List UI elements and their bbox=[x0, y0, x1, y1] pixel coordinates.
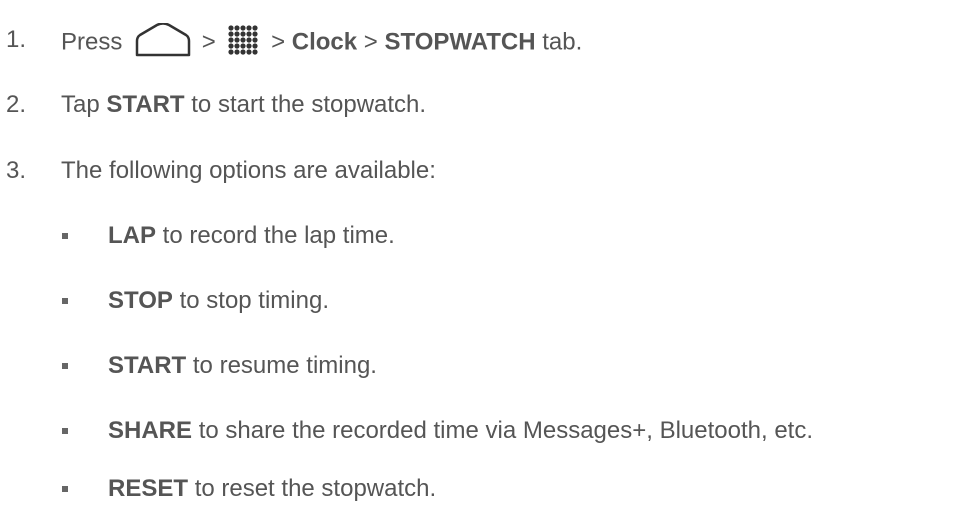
step-text-separator: > bbox=[271, 28, 286, 56]
option-label: STOP bbox=[108, 287, 173, 314]
step-text-clock: Clock bbox=[291, 28, 358, 56]
bullet-icon bbox=[62, 486, 68, 492]
option-description: to stop timing. bbox=[179, 287, 329, 314]
step-text-stopwatch: STOPWATCH bbox=[384, 28, 536, 56]
step-text-tab: tab. bbox=[542, 28, 583, 56]
option-description: to record the lap time. bbox=[162, 222, 395, 249]
step-1: 1. Press > > Clock > STOPWATCH tab. bbox=[0, 20, 968, 60]
option-text: START to resume timing. bbox=[108, 352, 377, 380]
step-text-start: START bbox=[106, 91, 185, 118]
option-label: SHARE bbox=[108, 417, 193, 444]
option-label: LAP bbox=[108, 222, 156, 249]
bullet-icon bbox=[62, 298, 68, 304]
step-text-tap: Tap bbox=[61, 91, 100, 118]
apps-icon bbox=[228, 25, 258, 55]
bullet-icon bbox=[62, 363, 68, 369]
step-text: Press > > Clock > STOPWATCH tab. bbox=[61, 23, 583, 60]
step-text: Tap START to start the stopwatch. bbox=[61, 91, 426, 119]
step-text-rest: to start the stopwatch. bbox=[191, 91, 427, 118]
option-description: to reset the stopwatch. bbox=[194, 475, 437, 502]
step-text-separator: > bbox=[363, 28, 378, 56]
option-label: RESET bbox=[108, 475, 189, 502]
step-number: 1. bbox=[6, 26, 27, 53]
option-text: STOP to stop timing. bbox=[108, 287, 329, 315]
step-text-press: Press bbox=[61, 28, 123, 56]
step-number: 2. bbox=[6, 91, 27, 118]
bullet-icon bbox=[62, 233, 68, 239]
option-text: SHARE to share the recorded time via Mes… bbox=[108, 417, 813, 445]
home-icon bbox=[135, 23, 191, 57]
option-description: to resume timing. bbox=[192, 352, 377, 379]
step-text-separator: > bbox=[201, 28, 216, 56]
option-description: to share the recorded time via Messages+… bbox=[198, 417, 814, 444]
bullet-icon bbox=[62, 428, 68, 434]
option-text: RESET to reset the stopwatch. bbox=[108, 475, 436, 503]
option-text: LAP to record the lap time. bbox=[108, 222, 395, 250]
option-label: START bbox=[108, 352, 187, 379]
step-number: 3. bbox=[6, 157, 27, 184]
step-text: The following options are available: bbox=[61, 157, 436, 184]
